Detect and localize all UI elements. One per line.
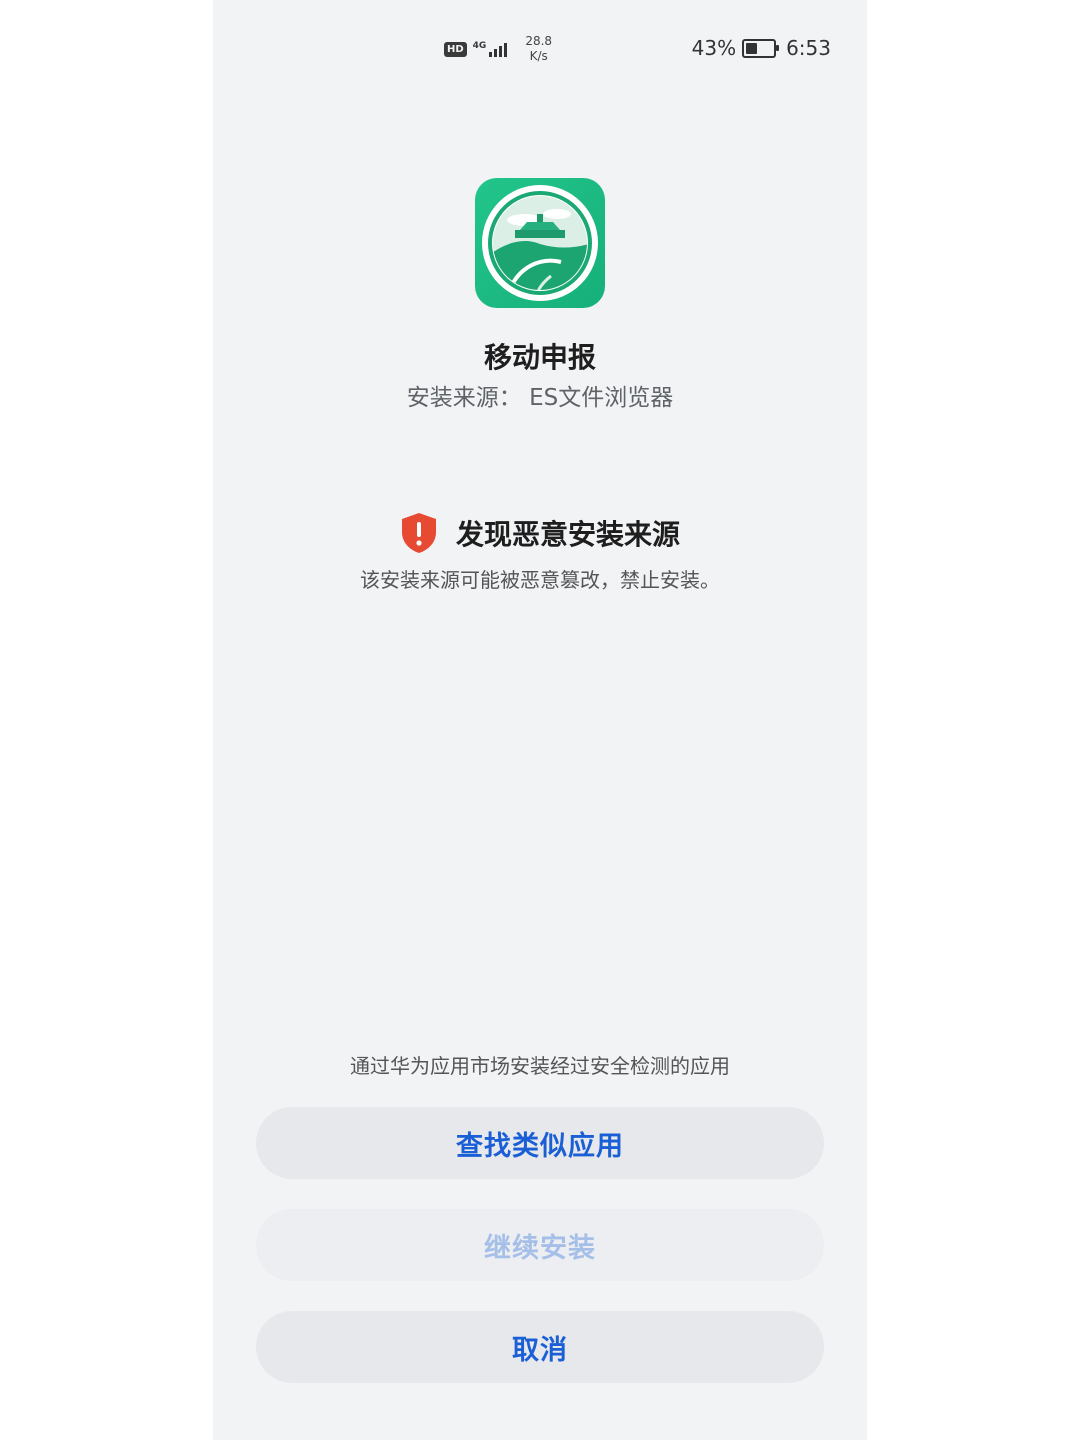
hd-badge: HD (444, 41, 467, 57)
status-left: HD 4G 28.8 K/s (444, 34, 552, 64)
warning-description: 该安装来源可能被恶意篡改，禁止安装。 (360, 568, 720, 592)
continue-install-button[interactable]: 继续安装 (256, 1209, 824, 1281)
network-type: 4G (472, 41, 487, 51)
install-screen: HD 4G 28.8 K/s 43% 6:53 移动申报 安装来源： ES文件浏… (213, 0, 867, 1440)
signal-icon: 4G (473, 41, 512, 57)
warning-title: 发现恶意安装来源 (455, 518, 680, 551)
network-speed-unit: K/s (529, 49, 548, 63)
shield-alert-icon (400, 512, 438, 554)
battery-icon (742, 38, 780, 58)
appgallery-hint: 通过华为应用市场安装经过安全检测的应用 (350, 1054, 730, 1078)
network-speed-value: 28.8 (525, 34, 553, 48)
mobile-declare-app-icon (475, 178, 605, 308)
status-bar: HD 4G 28.8 K/s 43% 6:53 (213, 0, 867, 90)
install-source: 安装来源： ES文件浏览器 (406, 385, 674, 411)
clock: 6:53 (786, 36, 831, 60)
warning-header: 发现恶意安装来源 (213, 512, 867, 554)
battery-percent: 43% (691, 36, 737, 60)
cancel-button[interactable]: 取消 (256, 1311, 824, 1383)
find-similar-apps-button[interactable]: 查找类似应用 (256, 1107, 824, 1179)
status-right: 43% 6:53 (692, 36, 831, 60)
battery-fill (746, 42, 758, 54)
network-speed: 28.8 K/s (525, 34, 552, 64)
app-name: 移动申报 (483, 341, 596, 374)
